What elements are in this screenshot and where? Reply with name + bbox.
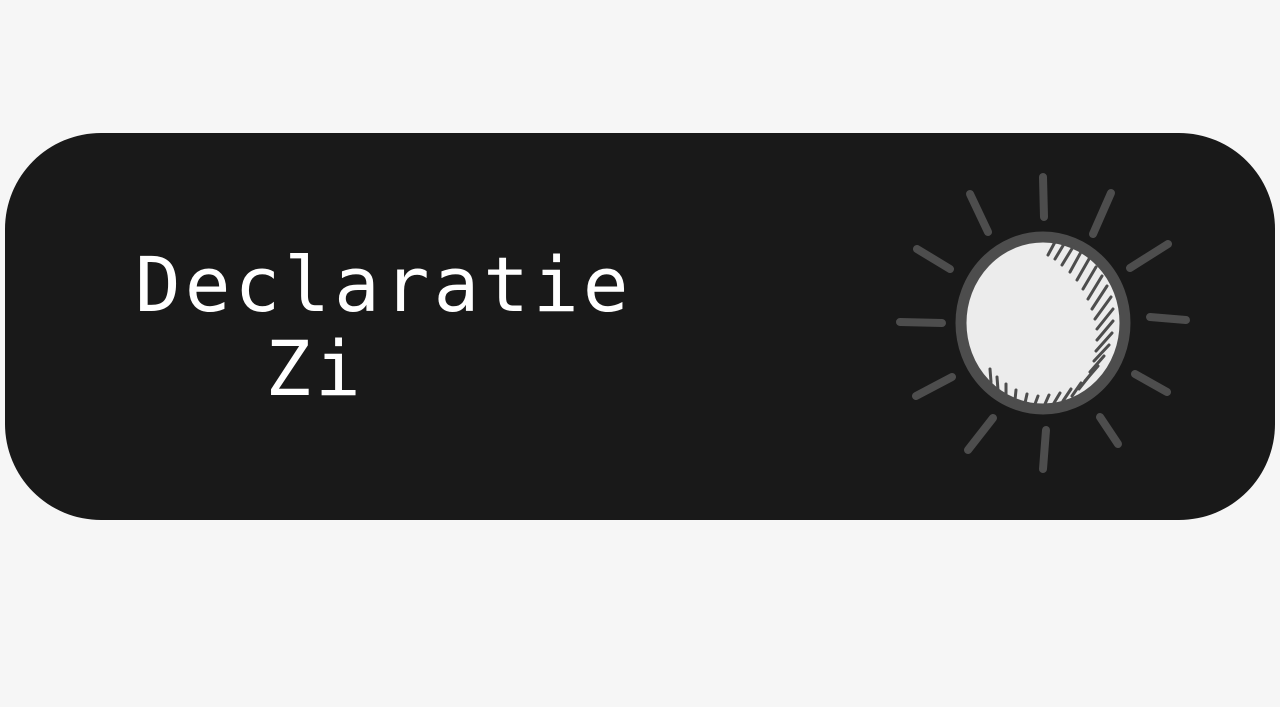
sun-icon bbox=[896, 173, 1190, 473]
button-label-line-2: Zi bbox=[265, 324, 365, 413]
button-label: Declaratie Zi bbox=[135, 240, 633, 413]
page: Declaratie Zi bbox=[0, 0, 1280, 707]
button-label-line-1: Declaratie bbox=[135, 240, 633, 329]
declaratie-zi-button[interactable]: Declaratie Zi bbox=[5, 133, 1275, 520]
